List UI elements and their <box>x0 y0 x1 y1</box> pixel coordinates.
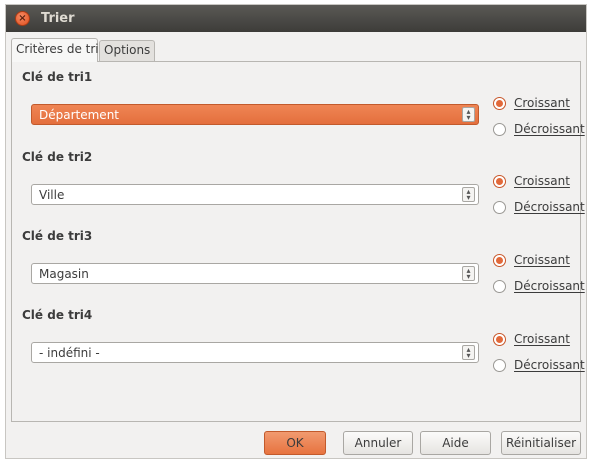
descending-label: Décroissant <box>514 200 585 214</box>
cancel-button[interactable]: Annuler <box>343 431 413 455</box>
radio-button[interactable] <box>493 279 506 293</box>
sort-key-label: Clé de tri2 <box>22 150 93 164</box>
ascending-radio-4[interactable]: Croissant <box>493 330 570 348</box>
descending-label: Décroissant <box>514 279 585 293</box>
descending-label: Décroissant <box>514 122 585 136</box>
sort-key-4-value: - indéfini - <box>39 346 100 360</box>
descending-radio-1[interactable]: Décroissant <box>493 120 585 138</box>
descending-radio-3[interactable]: Décroissant <box>493 277 585 295</box>
ascending-radio-2[interactable]: Croissant <box>493 172 570 190</box>
sort-key-1-select[interactable]: Département ▴ ▾ <box>31 104 479 125</box>
window-title: Trier <box>41 11 75 26</box>
radio-button[interactable] <box>493 358 506 372</box>
ascending-radio-3[interactable]: Croissant <box>493 251 570 269</box>
sort-key-2-select[interactable]: Ville ▴ ▾ <box>31 184 479 205</box>
close-button[interactable]: × <box>15 11 30 26</box>
ascending-label: Croissant <box>514 174 570 188</box>
help-button[interactable]: Aide <box>420 431 491 455</box>
sort-key-label: Clé de tri3 <box>22 229 93 243</box>
sort-key-4: Clé de tri4 - indéfini - ▴ ▾ Croissant Dé… <box>12 308 585 388</box>
sort-key-2-value: Ville <box>39 188 65 202</box>
radio-button[interactable] <box>493 122 506 136</box>
ok-button[interactable]: OK <box>264 431 326 455</box>
radio-button-checked[interactable] <box>493 332 506 346</box>
radio-button-checked[interactable] <box>493 253 506 267</box>
spin-arrows-icon[interactable]: ▴ ▾ <box>462 187 475 202</box>
ascending-radio-1[interactable]: Croissant <box>493 94 570 112</box>
tab-sort-criteria[interactable]: Critères de tri <box>11 38 99 62</box>
sort-key-label: Clé de tri1 <box>22 70 93 84</box>
tab-options[interactable]: Options <box>99 40 155 61</box>
spin-arrows-icon[interactable]: ▴ ▾ <box>462 107 475 122</box>
sort-key-3-value: Magasin <box>39 267 89 281</box>
descending-radio-2[interactable]: Décroissant <box>493 198 585 216</box>
ascending-label: Croissant <box>514 96 570 110</box>
close-icon: × <box>18 12 27 24</box>
sort-key-1-value: Département <box>39 108 119 122</box>
radio-button-checked[interactable] <box>493 96 506 110</box>
descending-label: Décroissant <box>514 358 585 372</box>
sort-key-3: Clé de tri3 Magasin ▴ ▾ Croissant Décrois… <box>12 229 585 309</box>
dialog-button-bar: OK Annuler Aide Réinitialiser <box>6 423 586 458</box>
spin-arrows-icon[interactable]: ▴ ▾ <box>462 345 475 360</box>
sort-key-2: Clé de tri2 Ville ▴ ▾ Croissant Décroissa… <box>12 150 585 230</box>
ascending-label: Croissant <box>514 332 570 346</box>
spin-arrows-icon[interactable]: ▴ ▾ <box>462 266 475 281</box>
radio-button[interactable] <box>493 200 506 214</box>
title-bar: × Trier <box>6 5 586 32</box>
radio-button-checked[interactable] <box>493 174 506 188</box>
sort-criteria-panel: Clé de tri1 Département ▴ ▾ Croissant Déc… <box>11 61 585 422</box>
descending-radio-4[interactable]: Décroissant <box>493 356 585 374</box>
sort-key-1: Clé de tri1 Département ▴ ▾ Croissant Déc… <box>12 70 585 150</box>
reset-button[interactable]: Réinitialiser <box>501 431 581 455</box>
sort-key-label: Clé de tri4 <box>22 308 93 322</box>
sort-key-4-select[interactable]: - indéfini - ▴ ▾ <box>31 342 479 363</box>
sort-key-3-select[interactable]: Magasin ▴ ▾ <box>31 263 479 284</box>
sort-dialog: × Trier Critères de tri Options Clé de t… <box>5 4 587 459</box>
ascending-label: Croissant <box>514 253 570 267</box>
